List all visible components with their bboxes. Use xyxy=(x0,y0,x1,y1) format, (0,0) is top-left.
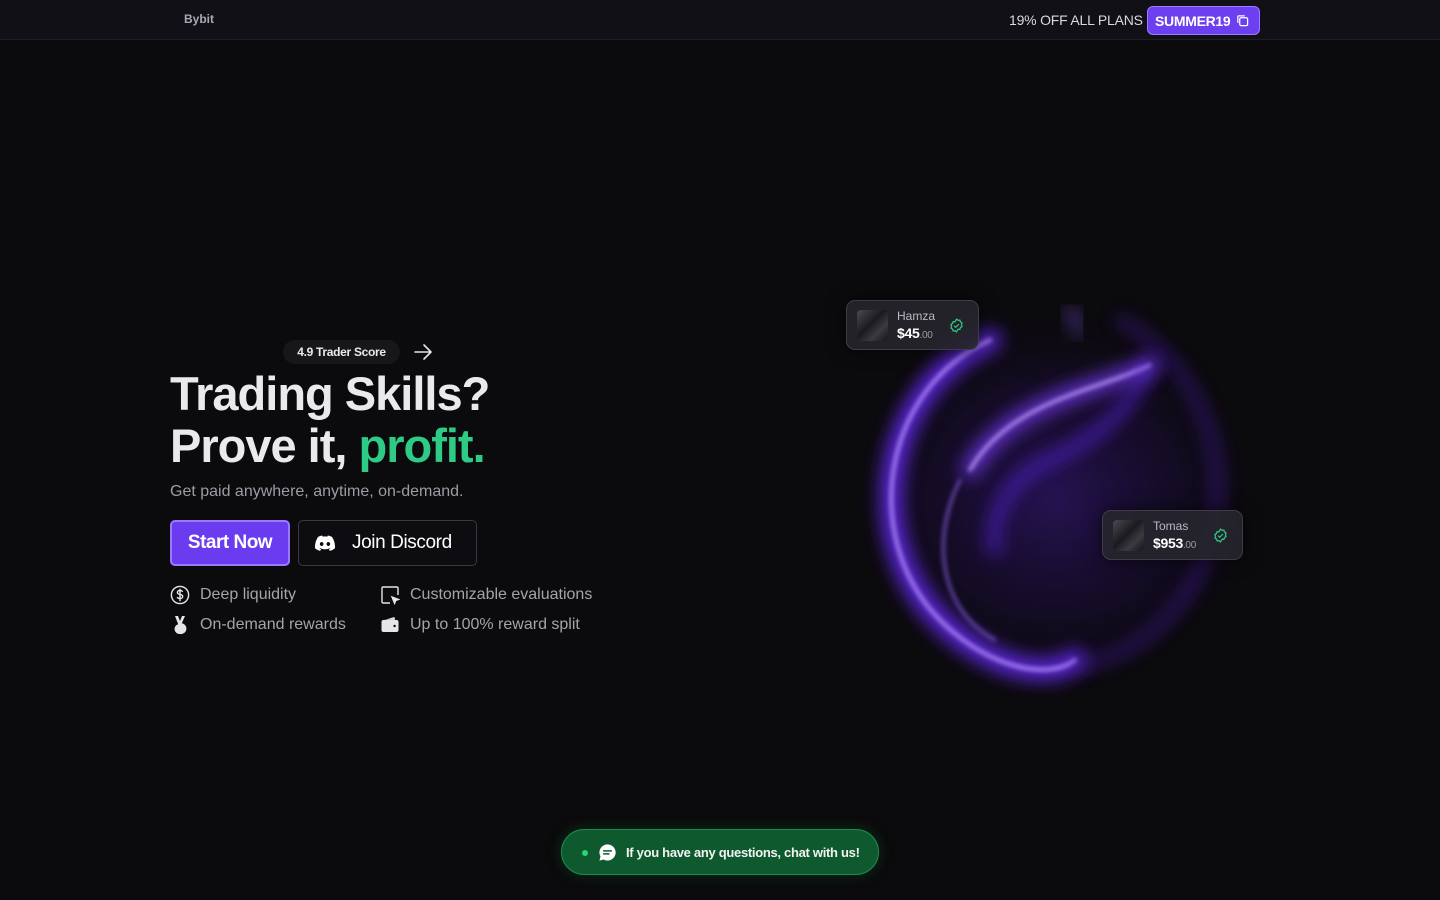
top-bar: Bybit 19% OFF ALL PLANS SUMMER19 xyxy=(0,0,1440,40)
headline-line-1: Trading Skills? xyxy=(170,367,490,420)
payout-amount: $45.00 xyxy=(897,325,933,341)
card-thumbnail xyxy=(1113,520,1144,551)
headline-accent: profit. xyxy=(358,419,486,472)
payout-name: Hamza xyxy=(897,309,936,323)
feature-label: Up to 100% reward split xyxy=(410,616,580,633)
coupon-code-label: SUMMER19 xyxy=(1155,12,1231,29)
headline-prefix: Prove it, xyxy=(170,419,359,472)
payout-card-hamza: Hamza $45.00 xyxy=(846,300,979,350)
payout-amount-main: $45 xyxy=(897,325,920,341)
brand-logo[interactable]: Bybit xyxy=(184,12,214,26)
trader-score-badge[interactable]: 4.9 Trader Score xyxy=(283,340,400,364)
join-discord-button[interactable]: Join Discord xyxy=(298,520,477,566)
payout-amount-cents: .00 xyxy=(1182,540,1196,551)
copy-icon xyxy=(1237,15,1249,27)
feature-on-demand-rewards: On-demand rewards xyxy=(170,615,346,635)
feature-customizable-evaluations: Customizable evaluations xyxy=(380,585,592,605)
payout-card-tomas: Tomas $953.00 xyxy=(1102,510,1243,560)
verified-check-icon xyxy=(1214,528,1227,543)
feature-deep-liquidity: Deep liquidity xyxy=(170,585,296,605)
card-thumbnail xyxy=(857,310,888,341)
join-discord-label: Join Discord xyxy=(352,532,452,553)
hero-headline: Trading Skills? Prove it, profit. xyxy=(170,367,490,472)
verified-check-icon xyxy=(950,318,963,333)
feature-label: On-demand rewards xyxy=(200,616,346,633)
chat-label: If you have any questions, chat with us! xyxy=(626,845,860,860)
medal-icon xyxy=(174,616,187,635)
feature-reward-split: Up to 100% reward split xyxy=(380,615,580,635)
wallet-icon xyxy=(381,617,399,632)
square-cursor-icon xyxy=(381,586,400,605)
payout-amount: $953.00 xyxy=(1153,535,1196,551)
feature-label: Deep liquidity xyxy=(200,586,297,603)
payout-name: Tomas xyxy=(1153,519,1189,533)
online-status-dot xyxy=(582,850,588,856)
headline-line-2: Prove it, profit. xyxy=(170,420,489,472)
chat-widget-button[interactable]: If you have any questions, chat with us! xyxy=(561,829,879,875)
arrow-right-icon[interactable] xyxy=(412,341,434,363)
coupon-code-button[interactable]: SUMMER19 xyxy=(1147,6,1260,35)
promo-text: 19% OFF ALL PLANS xyxy=(1009,12,1143,28)
start-now-button[interactable]: Start Now xyxy=(170,520,290,566)
discord-icon xyxy=(315,535,335,551)
dollar-circle-icon xyxy=(170,585,190,605)
payout-amount-main: $953 xyxy=(1153,535,1183,551)
hero-subline: Get paid anywhere, anytime, on-demand. xyxy=(170,483,464,500)
payout-amount-cents: .00 xyxy=(919,330,933,341)
feature-label: Customizable evaluations xyxy=(410,586,593,603)
chat-bubble-icon xyxy=(599,844,616,861)
